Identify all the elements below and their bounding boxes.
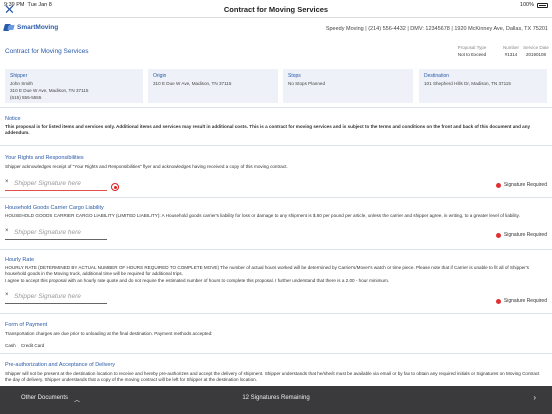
payment-method-credit-card: Credit Card — [20, 343, 45, 348]
rights-signature-required: Signature Required — [495, 182, 547, 188]
section-payment: Form of Payment Transportation charges a… — [0, 313, 552, 355]
notice-title: Notice — [5, 116, 21, 122]
hourly-body: HOURLY RATE (DETERMINED BY ACTUAL NUMBER… — [5, 265, 529, 283]
section-notice: Notice This proposal is for listed items… — [0, 107, 552, 145]
notice-body: This proposal is for listed items and se… — [5, 124, 531, 136]
contract-title: Contract for Moving Services — [5, 48, 89, 55]
company-logo: SmartMoving — [4, 24, 58, 31]
cargo-body: HOUSEHOLD GOODS CARRIER CARGO LIABILITY … — [5, 213, 520, 218]
cargo-signature-required: Signature Required — [495, 232, 547, 238]
document-header: SmartMoving Speedy Moving | (214) 556-44… — [0, 18, 552, 38]
rights-title: Your Rights and Responsibilities — [5, 155, 84, 161]
rights-signature-field[interactable]: × Shipper Signature here — [5, 179, 107, 191]
meta-proposal-type: Proposal Type Not to Exceed — [457, 45, 487, 57]
address-cards: Shipper John Smith 310 E Due W Ave, Madi… — [0, 60, 552, 103]
payment-method-cash: Cash — [5, 343, 16, 348]
cargo-signature-field[interactable]: × Shipper Signature here — [5, 228, 107, 240]
bottom-toolbar: Other Documents ︿ 12 Signatures Remainin… — [0, 386, 552, 414]
section-preauthorization: Pre-authorization and Acceptance of Deli… — [0, 353, 552, 386]
meta-service-date: Service Date 20190108 — [523, 45, 549, 57]
hourly-signature-field[interactable]: × Shipper Signature here — [5, 292, 107, 304]
required-dot-icon — [495, 232, 501, 238]
contract-document[interactable]: SmartMoving Speedy Moving | (214) 556-44… — [0, 18, 552, 386]
nav-bar: ✕ Contract for Moving Services — [0, 0, 552, 18]
smartmoving-logo-icon — [4, 24, 15, 31]
page-title: Contract for Moving Services — [223, 5, 329, 14]
signatures-remaining: 12 Signatures Remaining — [242, 395, 310, 401]
section-cargo-liability: Household Goods Carrier Cargo Liability … — [0, 197, 552, 249]
rights-body: Shipper acknowledges receipt of "Your Ri… — [5, 164, 288, 169]
origin-card: Origin 310 E Due W Ave, Madison, TN 3711… — [148, 69, 278, 103]
hourly-signature-required: Signature Required — [495, 298, 547, 304]
section-rights: Your Rights and Responsibilities Shipper… — [0, 145, 552, 197]
preauth-body: Shipper will not be present at the desti… — [5, 371, 540, 383]
chevron-right-icon[interactable]: › — [533, 393, 536, 402]
stops-card: Stops No Stops Planned — [283, 69, 413, 103]
company-info: Speedy Moving | (214) 556-4432 | DMV: 12… — [325, 26, 548, 32]
payment-title: Form of Payment — [5, 322, 48, 328]
payment-methods: Cash Credit Card — [5, 343, 546, 349]
required-dot-icon — [495, 182, 501, 188]
contract-header: Contract for Moving Services Proposal Ty… — [0, 38, 552, 60]
hourly-title: Hourly Rate — [5, 257, 35, 263]
logo-text: SmartMoving — [17, 24, 59, 31]
destination-card: Destination 101 Shepherd Hills Dr, Madis… — [419, 69, 547, 103]
shipper-card: Shipper John Smith 310 E Due W Ave, Madi… — [5, 69, 143, 103]
preauth-title: Pre-authorization and Acceptance of Deli… — [5, 362, 116, 368]
payment-body: Transportation charges are due prior to … — [5, 331, 213, 336]
required-dot-icon — [495, 298, 501, 304]
signature-target-icon[interactable] — [111, 183, 119, 191]
cargo-title: Household Goods Carrier Cargo Liability — [5, 205, 104, 211]
